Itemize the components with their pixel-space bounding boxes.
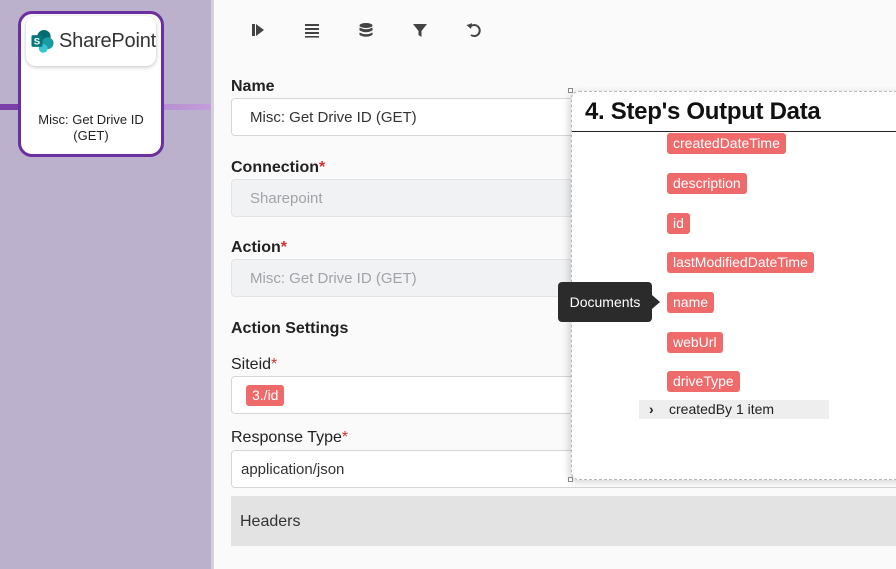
run-step-icon[interactable] [240,14,276,46]
action-settings-heading: Action Settings [231,320,349,337]
sharepoint-logo-text: SharePoint [59,29,156,52]
panel-footer-area [591,419,896,479]
tree-row-createdby[interactable]: › createdBy 1 item [639,400,829,419]
canvas-resize-edge[interactable] [211,0,214,569]
sharepoint-icon: S [31,29,54,53]
output-panel-title: 4. Step's Output Data [585,98,821,125]
response-type-label: Response Type* [231,429,349,446]
resize-handle[interactable] [568,88,573,93]
filter-icon[interactable] [402,14,438,46]
headers-section[interactable]: Headers [231,496,896,546]
tree-row-label: createdBy [669,401,733,417]
editor-toolbar [240,14,510,46]
output-field-chip[interactable]: id [667,213,690,234]
siteid-variable-chip[interactable]: 3./id [246,385,285,406]
name-label: Name [231,78,275,95]
field-tooltip: Documents [558,282,652,322]
node-title: Misc: Get Drive ID (GET) [38,112,144,143]
output-field-chip[interactable]: lastModifiedDateTime [667,252,814,273]
sharepoint-logo: S SharePoint [26,16,156,66]
siteid-label: Siteid* [231,356,278,373]
output-field-chip[interactable]: description [667,173,747,194]
undo-icon[interactable] [456,14,492,46]
connection-label: Connection* [231,159,326,176]
tree-row-count: 1 item [735,401,775,417]
output-field-chip[interactable]: webUrl [667,332,723,353]
output-field-chip[interactable]: name [667,292,715,313]
output-field-chip[interactable]: createdDateTime [667,133,786,154]
panel-title-divider [572,131,896,132]
svg-text:S: S [34,37,40,48]
resize-handle[interactable] [568,477,573,482]
action-label: Action* [231,239,288,256]
tooltip-arrow [652,295,660,309]
chevron-right-icon[interactable]: › [649,401,669,417]
database-icon[interactable] [348,14,384,46]
output-field-chip[interactable]: driveType [667,371,740,392]
workflow-node-sharepoint[interactable]: S SharePoint Misc: Get Drive ID (GET) [18,11,164,157]
list-icon[interactable] [294,14,330,46]
